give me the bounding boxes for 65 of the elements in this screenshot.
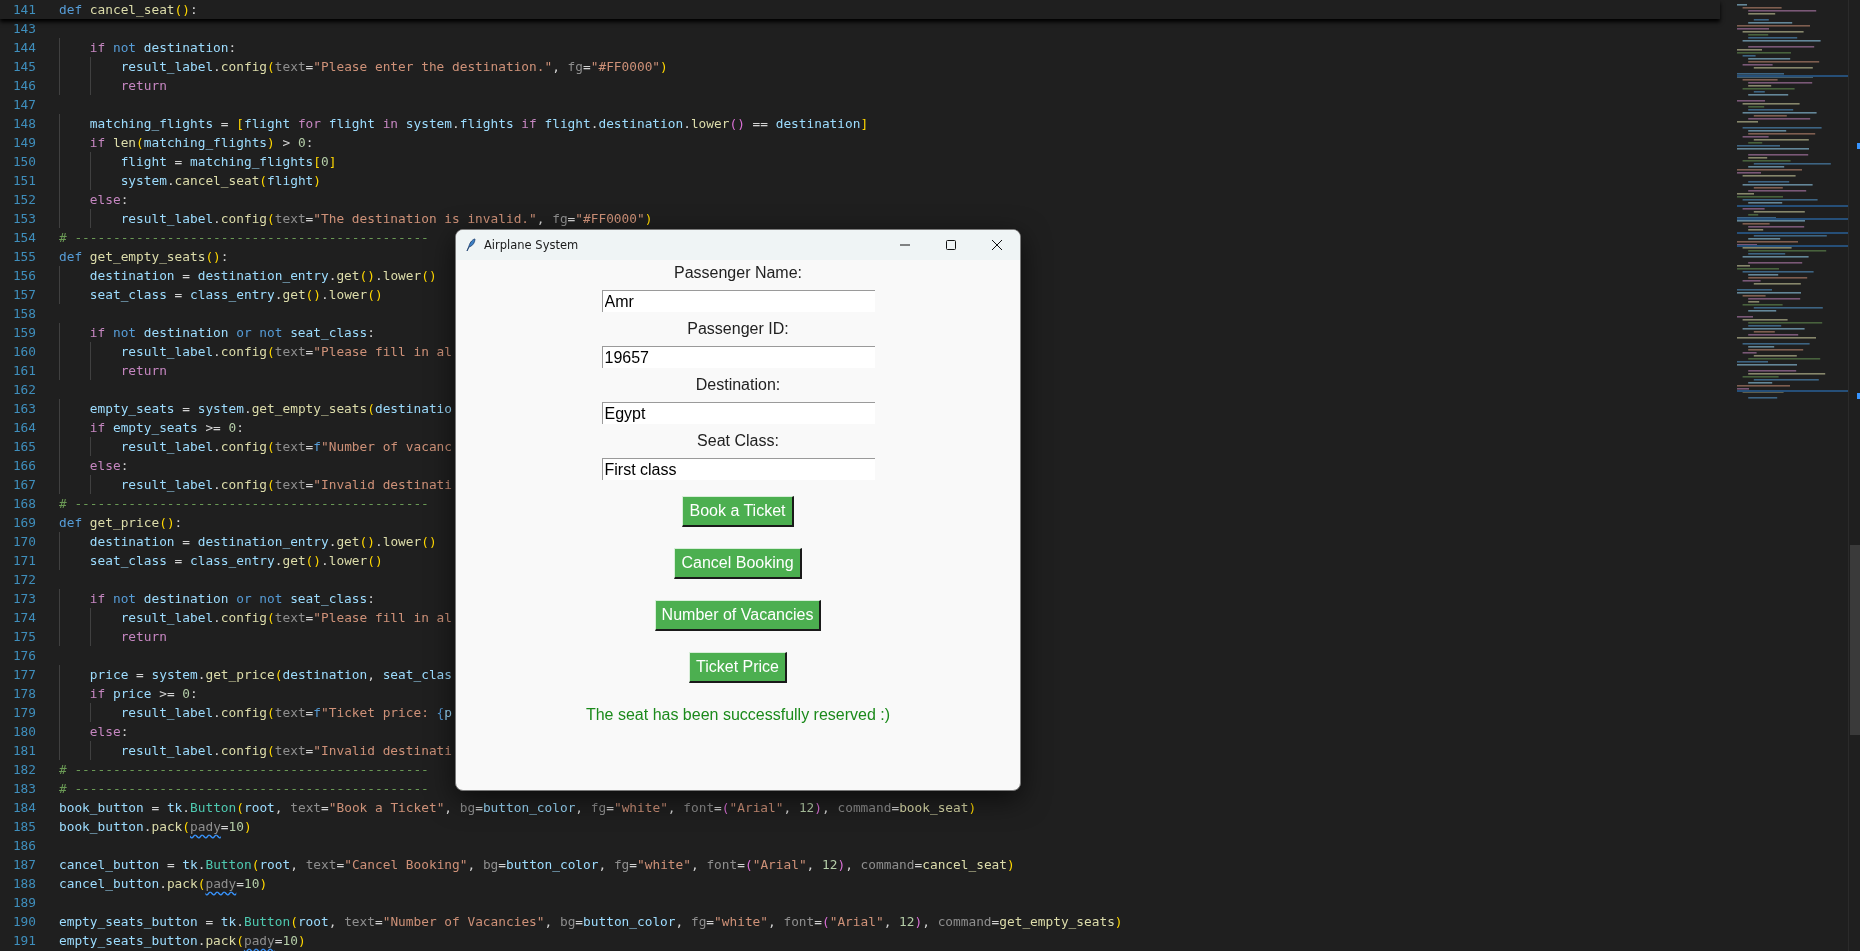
text-field[interactable]: 19657 [601,346,875,368]
status-message: The seat has been successfully reserved :) [585,705,891,725]
line-number: 155 [11,248,36,266]
line-number: 189 [11,894,36,912]
line-number: 156 [11,267,36,285]
field-label: Seat Class: [697,431,779,451]
line-number: 180 [11,723,36,741]
line-number: 185 [11,818,36,836]
close-icon [991,239,1003,251]
line-number: 179 [11,704,36,722]
line-number: 152 [11,191,36,209]
line-number: 145 [11,58,36,76]
line-number: 162 [11,381,36,399]
line-number: 165 [11,438,36,456]
text-field[interactable]: First class [601,458,875,480]
line-number: 148 [11,115,36,133]
line-number: 172 [11,571,36,589]
maximize-icon [945,239,957,251]
field-label: Passenger Name: [673,263,803,283]
line-number: 174 [11,609,36,627]
line-number: 143 [11,20,36,38]
line-number: 177 [11,666,36,684]
line-number: 178 [11,685,36,703]
field-label: Destination: [695,375,781,395]
line-number: 168 [11,495,36,513]
line-number: 191 [11,932,36,950]
line-number: 141 [11,1,36,19]
line-number: 169 [11,514,36,532]
line-number: 158 [11,305,36,323]
line-number: 166 [11,457,36,475]
line-number: 181 [11,742,36,760]
line-number: 157 [11,286,36,304]
line-number: 167 [11,476,36,494]
line-number: 160 [11,343,36,361]
line-number: 144 [11,39,36,57]
line-number: 186 [11,837,36,855]
line-number: 188 [11,875,36,893]
feather-icon [466,238,476,252]
line-number: 175 [11,628,36,646]
scrollbar[interactable] [1848,0,1860,951]
line-number: 163 [11,400,36,418]
line-number: 187 [11,856,36,874]
line-number: 173 [11,590,36,608]
line-number: 184 [11,799,36,817]
text-field[interactable]: Amr [601,290,875,312]
line-number: 154 [11,229,36,247]
line-number: 150 [11,153,36,171]
line-number: 164 [11,419,36,437]
field-label: Passenger ID: [687,319,789,339]
scrollbar-thumb[interactable] [1850,545,1860,735]
line-number: 170 [11,533,36,551]
line-number: 149 [11,134,36,152]
line-number: 183 [11,780,36,798]
line-number: 182 [11,761,36,779]
line-number: 153 [11,210,36,228]
line-number: 190 [11,913,36,931]
line-number: 161 [11,362,36,380]
line-number: 171 [11,552,36,570]
line-number: 159 [11,324,36,342]
line-number: 151 [11,172,36,190]
text-field[interactable]: Egypt [601,402,875,424]
line-number: 146 [11,77,36,95]
window-title: Airplane System [484,238,580,252]
line-number: 176 [11,647,36,665]
line-number: 147 [11,96,36,114]
